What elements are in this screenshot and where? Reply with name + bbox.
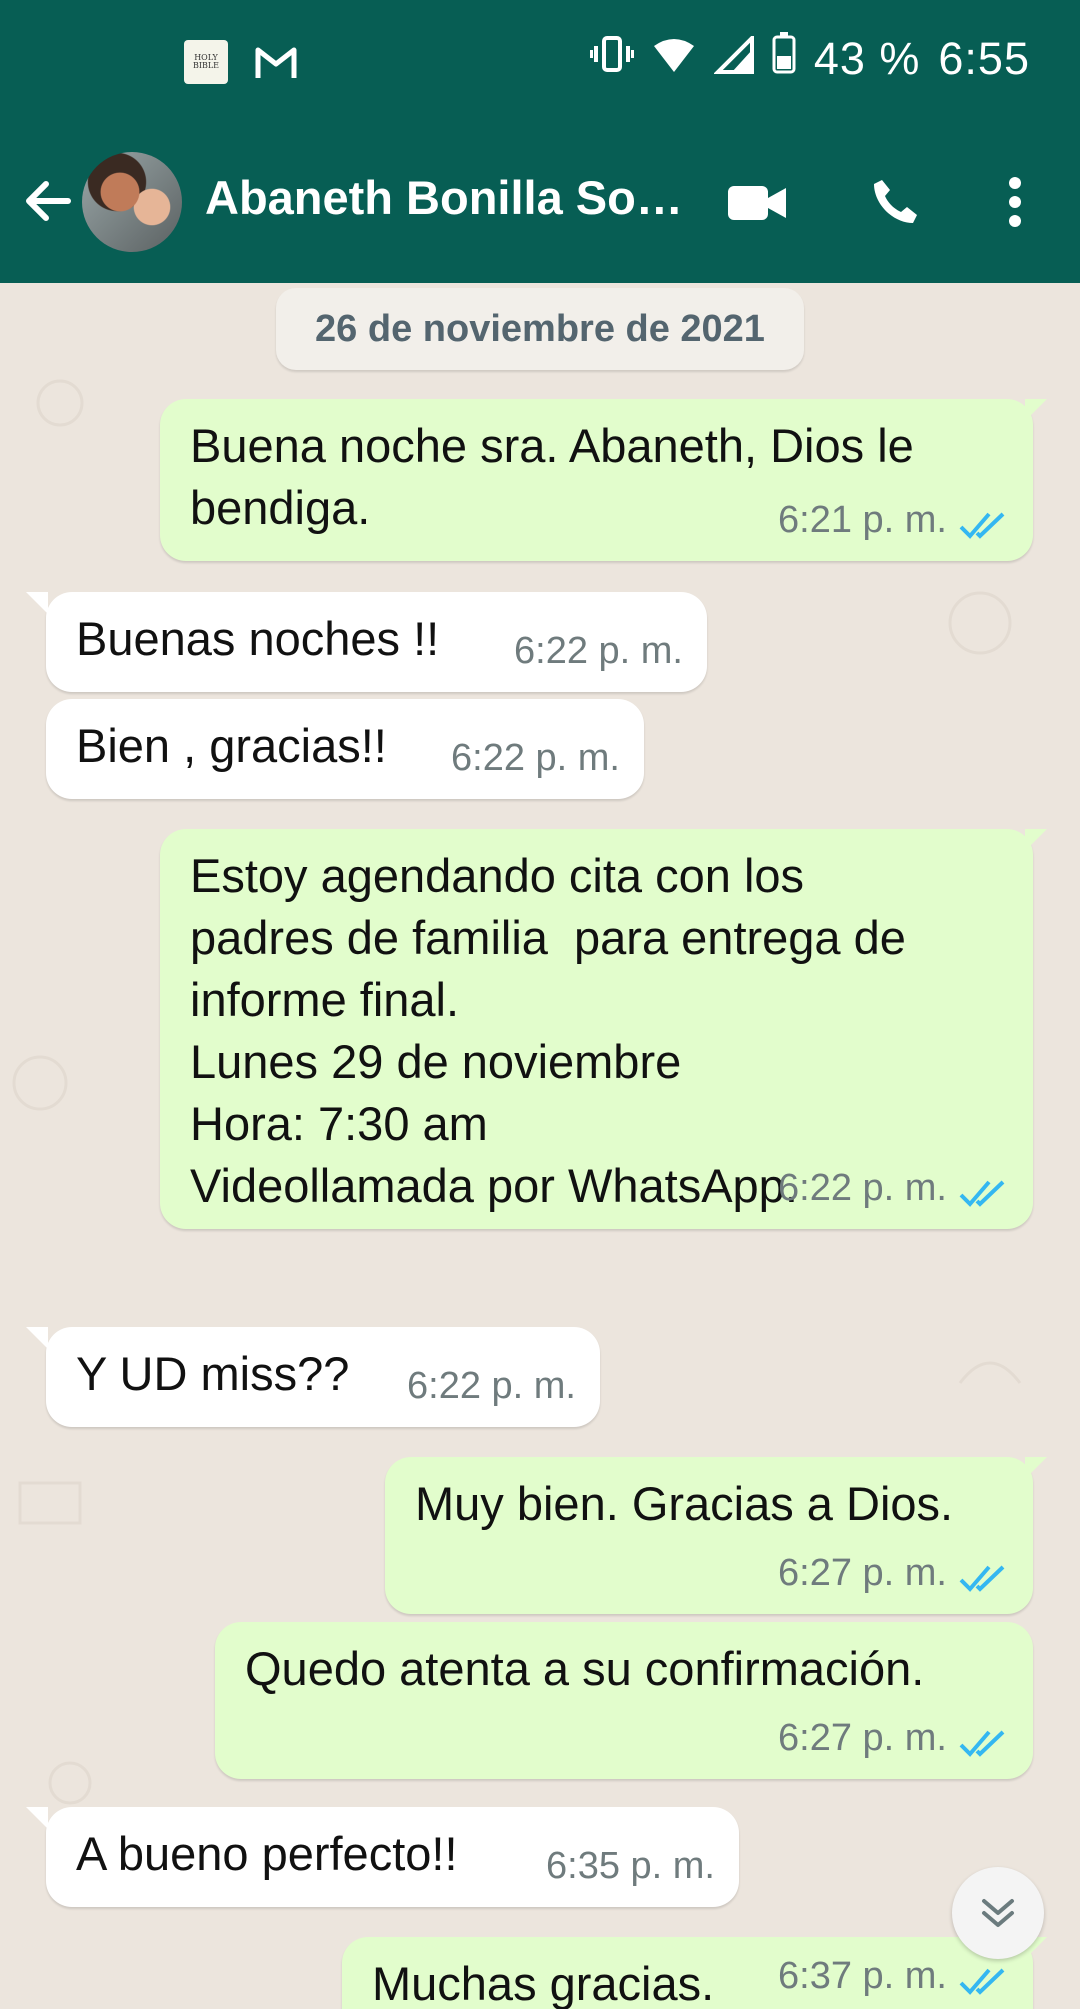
top-bar: HOLY BIBLE 43 % 6:55 Abaneth Bonilla So… xyxy=(0,0,1080,283)
status-bar: HOLY BIBLE 43 % 6:55 xyxy=(0,0,1080,120)
battery-percent: 43 % xyxy=(813,32,921,84)
bible-app-icon: HOLY BIBLE xyxy=(184,40,228,84)
message-time: 6:35 p. m. xyxy=(546,1845,715,1887)
signal-icon xyxy=(712,32,754,85)
message-bubble-outgoing[interactable]: Quedo atenta a su confirmación. 6:27 p. … xyxy=(215,1622,1033,1779)
message-text: Muchas gracias. xyxy=(372,1957,715,2009)
message-bubble-outgoing[interactable]: Muy bien. Gracias a Dios. 6:27 p. m. xyxy=(385,1457,1033,1614)
chat-header: Abaneth Bonilla So… xyxy=(0,140,1080,260)
message-time: 6:37 p. m. xyxy=(778,1955,947,1997)
message-time: 6:21 p. m. xyxy=(778,499,947,541)
message-time: 6:22 p. m. xyxy=(778,1167,947,1209)
message-time: 6:22 p. m. xyxy=(407,1365,576,1407)
message-bubble-outgoing[interactable]: Buena noche sra. Abaneth, Dios le bendig… xyxy=(160,399,1033,561)
message-time: 6:22 p. m. xyxy=(451,737,620,779)
message-text: Muy bien. Gracias a Dios. xyxy=(415,1477,954,1530)
message-bubble-outgoing[interactable]: Muchas gracias. 6:37 p. m. xyxy=(342,1937,1033,2009)
chat-area[interactable]: 26 de noviembre de 2021 Buena noche sra.… xyxy=(0,283,1080,2009)
message-bubble-incoming[interactable]: Y UD miss?? 6:22 p. m. xyxy=(46,1327,600,1427)
more-options-icon[interactable] xyxy=(1005,176,1025,228)
message-bubble-incoming[interactable]: A bueno perfecto!! 6:35 p. m. xyxy=(46,1807,739,1907)
read-ticks-icon xyxy=(959,1968,1005,1995)
message-bubble-incoming[interactable]: Bien , gracias!! 6:22 p. m. xyxy=(46,699,644,799)
scroll-to-bottom-button[interactable] xyxy=(952,1867,1044,1959)
wifi-icon xyxy=(652,33,696,85)
video-call-icon[interactable] xyxy=(726,182,788,224)
read-ticks-icon xyxy=(959,1730,1005,1757)
message-text: Buenas noches !! xyxy=(76,612,440,665)
clock: 6:55 xyxy=(938,32,1030,84)
battery-icon xyxy=(772,32,796,85)
date-chip: 26 de noviembre de 2021 xyxy=(276,288,804,370)
read-ticks-icon xyxy=(959,1565,1005,1592)
voice-call-icon[interactable] xyxy=(870,176,922,228)
message-text: A bueno perfecto!! xyxy=(76,1827,458,1880)
message-time: 6:22 p. m. xyxy=(514,630,683,672)
read-ticks-icon xyxy=(959,512,1005,539)
contact-name[interactable]: Abaneth Bonilla So… xyxy=(205,170,683,225)
vibrate-icon xyxy=(588,33,635,85)
message-bubble-incoming[interactable]: Buenas noches !! 6:22 p. m. xyxy=(46,592,707,692)
message-text: Quedo atenta a su confirmación. xyxy=(245,1642,925,1695)
read-ticks-icon xyxy=(959,1180,1005,1207)
message-time: 6:27 p. m. xyxy=(778,1552,947,1594)
message-text: Y UD miss?? xyxy=(76,1347,350,1400)
back-arrow-icon[interactable] xyxy=(20,174,74,228)
double-chevron-down-icon xyxy=(982,1899,1014,1927)
bible-icon-text: HOLY BIBLE xyxy=(192,53,220,70)
message-text: Bien , gracias!! xyxy=(76,719,387,772)
gmail-icon xyxy=(254,44,298,80)
contact-avatar[interactable] xyxy=(82,152,182,252)
message-time: 6:27 p. m. xyxy=(778,1717,947,1759)
message-bubble-outgoing[interactable]: Estoy agendando cita con los padres de f… xyxy=(160,829,1033,1229)
